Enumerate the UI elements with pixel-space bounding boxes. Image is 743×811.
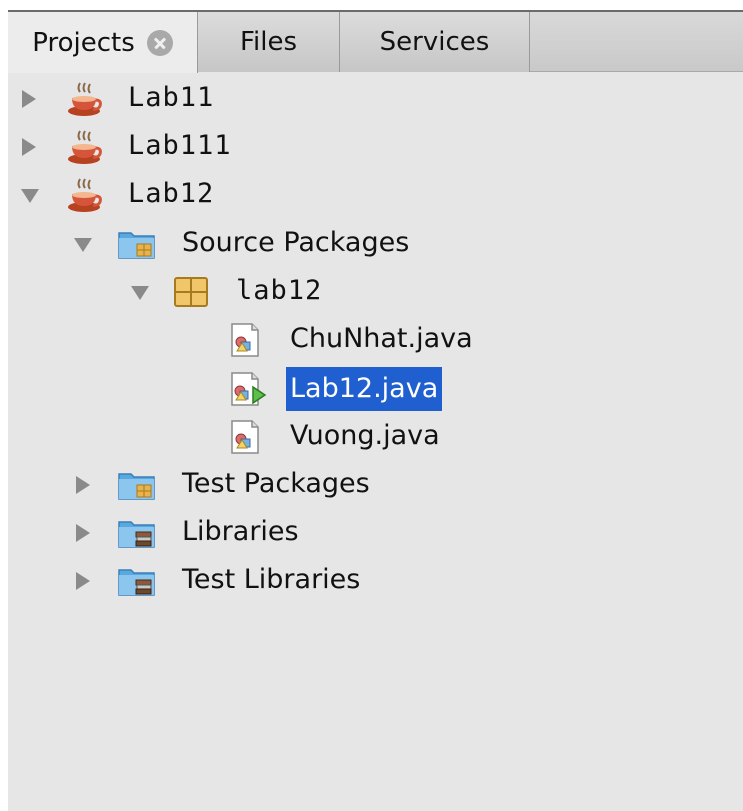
java-project-cup-icon (68, 82, 102, 116)
collapse-arrow-icon[interactable] (21, 189, 39, 203)
tree-item-label: Lab12 (128, 178, 215, 209)
tree-item-label: Vuong.java (290, 420, 440, 451)
tree-item-lab12-java[interactable]: Lab12.java (8, 367, 528, 411)
expand-arrow-icon[interactable] (76, 524, 90, 542)
tree-item-lab12[interactable]: Lab12 (8, 173, 408, 217)
tree-item-test-packages[interactable]: Test Packages (8, 463, 508, 507)
tree-item-vuong-java[interactable]: Vuong.java (8, 415, 528, 459)
expand-arrow-icon[interactable] (76, 572, 90, 590)
java-file-icon (231, 420, 259, 454)
tab-projects[interactable]: Projects (8, 12, 198, 73)
tree-item-label: Test Packages (182, 468, 370, 499)
close-icon[interactable] (146, 29, 173, 56)
tree-item-source-packages[interactable]: Source Packages (8, 222, 508, 266)
java-main-class-icon (231, 372, 267, 406)
tree-item-chunhat-java[interactable]: ChuNhat.java (8, 318, 528, 362)
tree-item-package-lab12[interactable]: lab12 (8, 270, 508, 314)
tree-item-label: Lab111 (128, 130, 232, 161)
source-folder-icon (118, 232, 155, 259)
tab-services[interactable]: Services (340, 12, 530, 72)
projects-panel: Projects Files Services Lab11 Lab111 Lab… (8, 10, 743, 811)
tree-item-lab11[interactable]: Lab11 (8, 77, 408, 121)
tree-item-libraries[interactable]: Libraries (8, 511, 508, 555)
tree-item-test-libraries[interactable]: Test Libraries (8, 559, 508, 603)
tree-item-label: Source Packages (182, 227, 410, 258)
test-folder-icon (118, 473, 155, 500)
tree-item-label: Test Libraries (182, 564, 361, 595)
java-project-cup-icon (68, 130, 102, 164)
package-icon (174, 277, 208, 307)
java-file-icon (231, 323, 259, 357)
tab-files[interactable]: Files (198, 12, 340, 72)
tab-files-label: Files (239, 27, 298, 57)
tree-item-label: Libraries (182, 516, 299, 547)
library-folder-icon (118, 521, 155, 548)
expand-arrow-icon[interactable] (76, 476, 90, 494)
collapse-arrow-icon[interactable] (74, 238, 92, 252)
tree-item-lab111[interactable]: Lab111 (8, 125, 408, 169)
expand-arrow-icon[interactable] (22, 138, 36, 156)
tab-projects-label: Projects (32, 27, 135, 58)
library-folder-icon (118, 569, 155, 596)
tab-bar: Projects Files Services (8, 12, 743, 73)
tree-item-label-selected: Lab12.java (286, 367, 443, 411)
tab-services-label: Services (379, 27, 490, 57)
expand-arrow-icon[interactable] (22, 90, 36, 108)
java-project-cup-icon (68, 178, 102, 212)
tree-item-label: ChuNhat.java (290, 323, 473, 354)
tree-item-label: lab12 (236, 275, 323, 306)
collapse-arrow-icon[interactable] (131, 286, 149, 300)
tree-item-label: Lab11 (128, 82, 215, 113)
